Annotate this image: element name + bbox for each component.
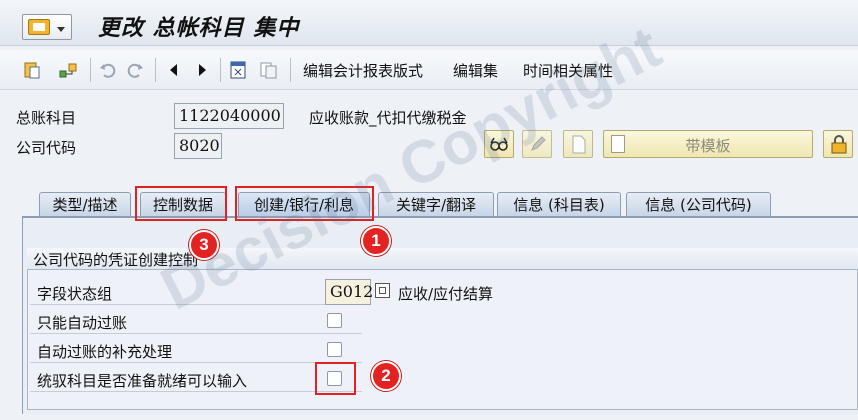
row-divider <box>30 304 362 305</box>
field-status-group-description: 应收/应付结算 <box>398 285 494 303</box>
toolbar-separator <box>220 58 221 82</box>
highlight-box-create-bank-interest <box>235 186 374 221</box>
callout-badge-2: 2 <box>371 361 401 391</box>
lock-button[interactable] <box>823 130 853 158</box>
callout-badge-1: 1 <box>361 226 391 256</box>
recon-account-ready-for-input-label: 统驭科目是否准备就绪可以输入 <box>37 372 248 390</box>
highlight-box-control-data <box>135 186 227 221</box>
group-title: 公司代码的凭证创建控制 <box>33 251 199 269</box>
tab-info-chart-of-accounts[interactable]: 信息 (科目表) <box>497 192 621 218</box>
toolbar-time-attributes[interactable]: 时间相关属性 <box>523 60 613 81</box>
chevron-down-icon <box>57 27 65 32</box>
row-divider <box>30 391 362 392</box>
row-divider <box>30 333 362 334</box>
toolbar-separator <box>290 58 291 82</box>
hierarchy-icon[interactable] <box>58 60 78 80</box>
toolbar-separator <box>90 58 91 82</box>
gl-account-label: 总账科目 <box>16 109 77 127</box>
previous-icon[interactable] <box>164 60 184 80</box>
group-header: 公司代码的凭证创建控制 <box>27 248 858 270</box>
clipboard-icon[interactable] <box>22 60 42 80</box>
tab-keyword-translation[interactable]: 关键字/翻译 <box>378 192 494 218</box>
gl-account-description: 应收账款_代扣代缴税金 <box>309 109 467 127</box>
with-template-button[interactable]: 带模板 <box>603 130 813 158</box>
tab-info-company-code[interactable]: 信息 (公司代码) <box>626 192 771 218</box>
company-code-field[interactable]: 8020 <box>174 133 222 159</box>
toolbar-edit-set[interactable]: 编辑集 <box>453 60 498 81</box>
system-menu-button[interactable] <box>22 14 72 40</box>
sap-logo-icon <box>28 19 50 35</box>
value-help-icon[interactable] <box>375 283 390 298</box>
highlight-box-recon-checkbox <box>315 362 356 395</box>
toolbar-separator <box>155 58 156 82</box>
supplement-auto-postings-checkbox[interactable] <box>327 342 342 357</box>
title-bar: 更改 总帐科目 集中 <box>0 0 858 46</box>
glasses-icon <box>490 137 508 151</box>
toolbar-edit-report-layout[interactable]: 编辑会计报表版式 <box>303 60 423 81</box>
next-icon[interactable] <box>192 60 212 80</box>
company-code-label: 公司代码 <box>16 139 77 157</box>
field-status-group-field[interactable]: G012 <box>325 279 373 305</box>
with-template-label: 带模板 <box>685 137 731 155</box>
print-document-icon[interactable] <box>228 60 248 80</box>
new-document-button[interactable] <box>563 130 593 158</box>
glasses-button[interactable] <box>484 130 514 158</box>
redo-icon[interactable] <box>125 60 145 80</box>
copy-document-icon[interactable] <box>258 60 278 80</box>
pencil-icon <box>531 136 546 151</box>
post-automatically-only-label: 只能自动过账 <box>37 314 128 332</box>
application-toolbar: 编辑会计报表版式 编辑集 时间相关属性 <box>0 50 858 90</box>
tab-type-description[interactable]: 类型/描述 <box>39 192 131 218</box>
page-title: 更改 总帐科目 集中 <box>98 15 300 41</box>
lock-icon <box>831 135 847 154</box>
row-divider <box>30 362 362 363</box>
callout-badge-3: 3 <box>189 230 219 260</box>
document-icon <box>572 135 586 154</box>
post-automatically-only-checkbox[interactable] <box>327 313 342 328</box>
undo-icon[interactable] <box>98 60 118 80</box>
gl-account-field[interactable]: 1122040000 <box>174 103 284 129</box>
supplement-auto-postings-label: 自动过账的补充处理 <box>37 343 173 361</box>
edit-button[interactable] <box>522 130 552 158</box>
field-status-group-label: 字段状态组 <box>37 285 113 303</box>
